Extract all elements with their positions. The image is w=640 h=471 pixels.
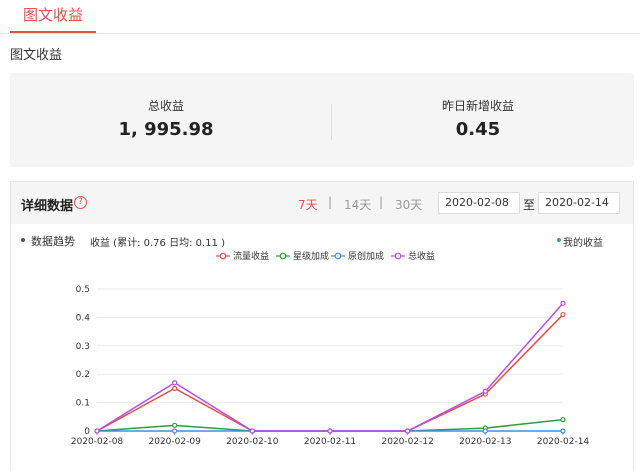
legend-label: 总收益 — [408, 250, 435, 262]
y-tick-label: 0 — [84, 427, 90, 437]
legend-marker — [334, 252, 342, 260]
y-tick-label: 0.3 — [76, 342, 90, 352]
legend-marker — [394, 252, 402, 260]
y-tick-label: 0.5 — [76, 285, 90, 295]
x-tick-label: 2020-02-13 — [459, 437, 511, 447]
y-tick-label: 0.2 — [76, 370, 90, 380]
legend-label: 原创加成 — [348, 250, 384, 262]
legend-label: 流量收益 — [233, 250, 269, 262]
y-tick-label: 0.1 — [76, 399, 90, 409]
legend-marker — [279, 252, 287, 260]
x-tick-label: 2020-02-11 — [304, 437, 356, 447]
x-tick-label: 2020-02-09 — [149, 437, 202, 447]
data-point — [560, 428, 566, 434]
data-point — [560, 311, 566, 318]
x-tick-label: 2020-02-12 — [382, 437, 434, 447]
x-tick-label: 2020-02-08 — [71, 437, 124, 447]
x-tick-label: 2020-02-14 — [537, 437, 590, 447]
series-line — [96, 302, 564, 432]
data-point — [172, 428, 178, 434]
income-trend-chart: 0 0.1 0.2 0.3 0.4 0.5 2020-02-08 2020-02-09 2020… — [71, 250, 590, 447]
data-point — [482, 388, 488, 394]
series-line — [96, 314, 564, 432]
data-point — [172, 422, 178, 428]
data-point — [482, 428, 488, 434]
data-point — [405, 428, 411, 434]
data-point — [172, 380, 178, 386]
data-point — [327, 428, 333, 434]
data-point — [172, 385, 178, 391]
data-point — [249, 428, 255, 434]
data-point — [560, 417, 566, 423]
data-point — [94, 428, 100, 434]
legend-marker — [219, 252, 227, 260]
x-tick-label: 2020-02-10 — [226, 437, 279, 447]
legend-label: 星级加成 — [293, 250, 329, 262]
data-point — [560, 300, 566, 306]
y-tick-label: 0.4 — [76, 313, 91, 323]
